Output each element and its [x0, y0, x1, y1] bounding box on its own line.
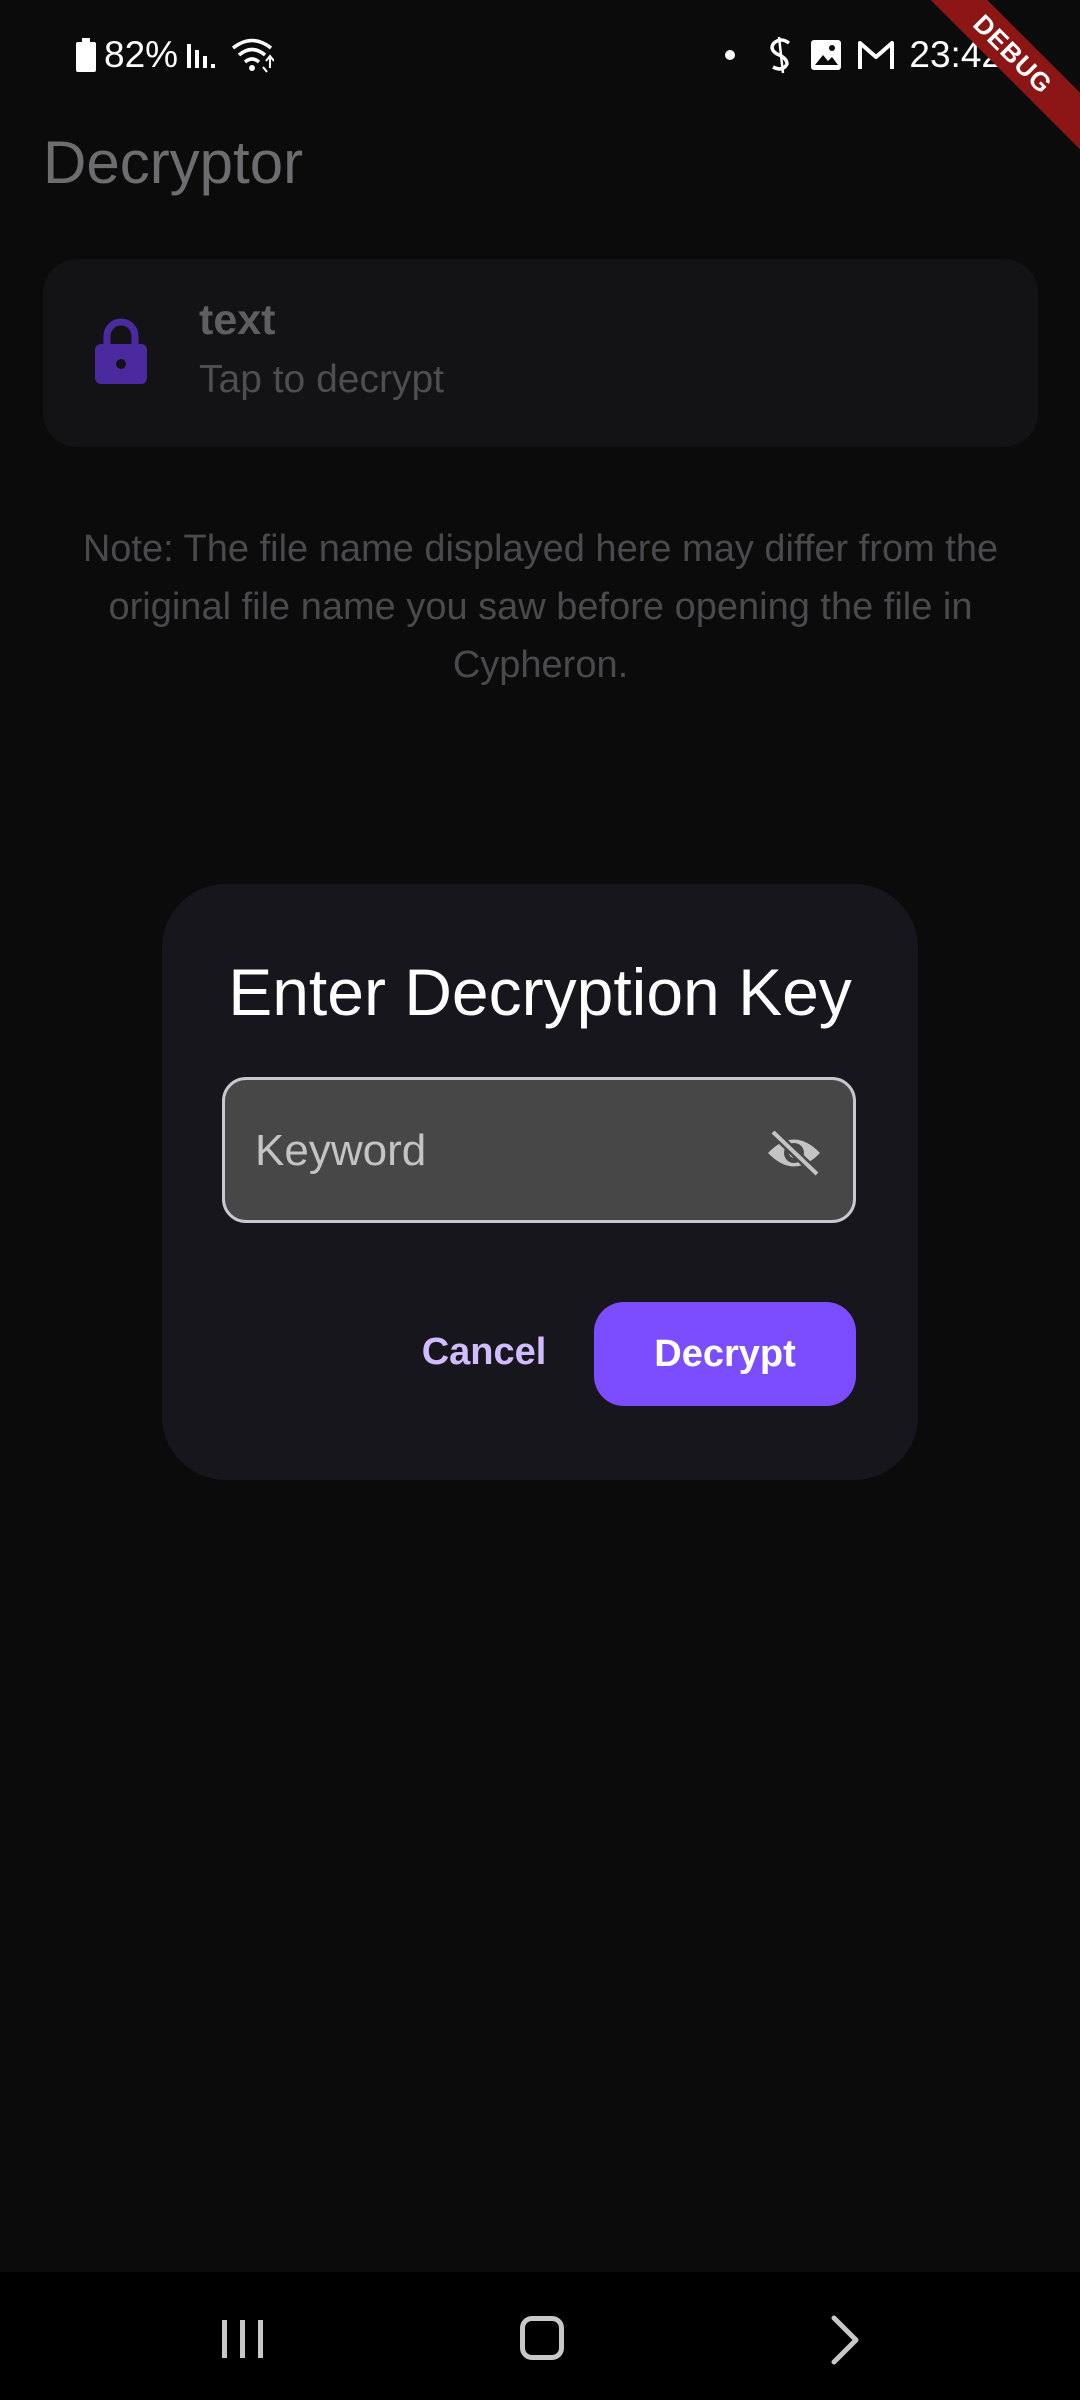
- decrypt-button[interactable]: Decrypt: [594, 1302, 856, 1406]
- file-card[interactable]: [43, 259, 1038, 447]
- s-app-icon: [770, 36, 791, 74]
- status-right: 23:42: [725, 30, 1002, 80]
- battery-percent: 82%: [104, 34, 179, 75]
- page-title: Decryptor: [43, 129, 304, 196]
- status-bar: 82% 23:42: [0, 0, 1080, 110]
- status-left: 82%: [76, 30, 275, 80]
- dialog-title: Enter Decryption Key: [228, 955, 852, 1029]
- battery-icon: [76, 38, 96, 72]
- notification-dot-icon: [725, 50, 736, 60]
- file-name-note: Note: The file name displayed here may d…: [82, 528, 999, 686]
- lock-icon: [95, 318, 147, 384]
- back-icon[interactable]: [826, 2314, 866, 2366]
- gallery-icon: [811, 40, 842, 70]
- file-card-subtitle: Tap to decrypt: [199, 358, 444, 401]
- signal-icon: [187, 44, 216, 68]
- home-icon[interactable]: [520, 2316, 564, 2360]
- cancel-button[interactable]: Cancel: [404, 1302, 564, 1402]
- eye-off-icon[interactable]: [765, 1128, 823, 1178]
- keyword-input[interactable]: [253, 1080, 757, 1222]
- gmail-icon: [858, 41, 895, 69]
- recents-icon[interactable]: [218, 2318, 268, 2360]
- wifi-icon: [231, 38, 275, 73]
- decryption-key-dialog: Enter Decryption Key Cancel Decrypt: [162, 884, 918, 1480]
- file-name: text: [199, 296, 276, 344]
- navigation-bar: [0, 2272, 1080, 2400]
- keyword-field[interactable]: [222, 1077, 856, 1223]
